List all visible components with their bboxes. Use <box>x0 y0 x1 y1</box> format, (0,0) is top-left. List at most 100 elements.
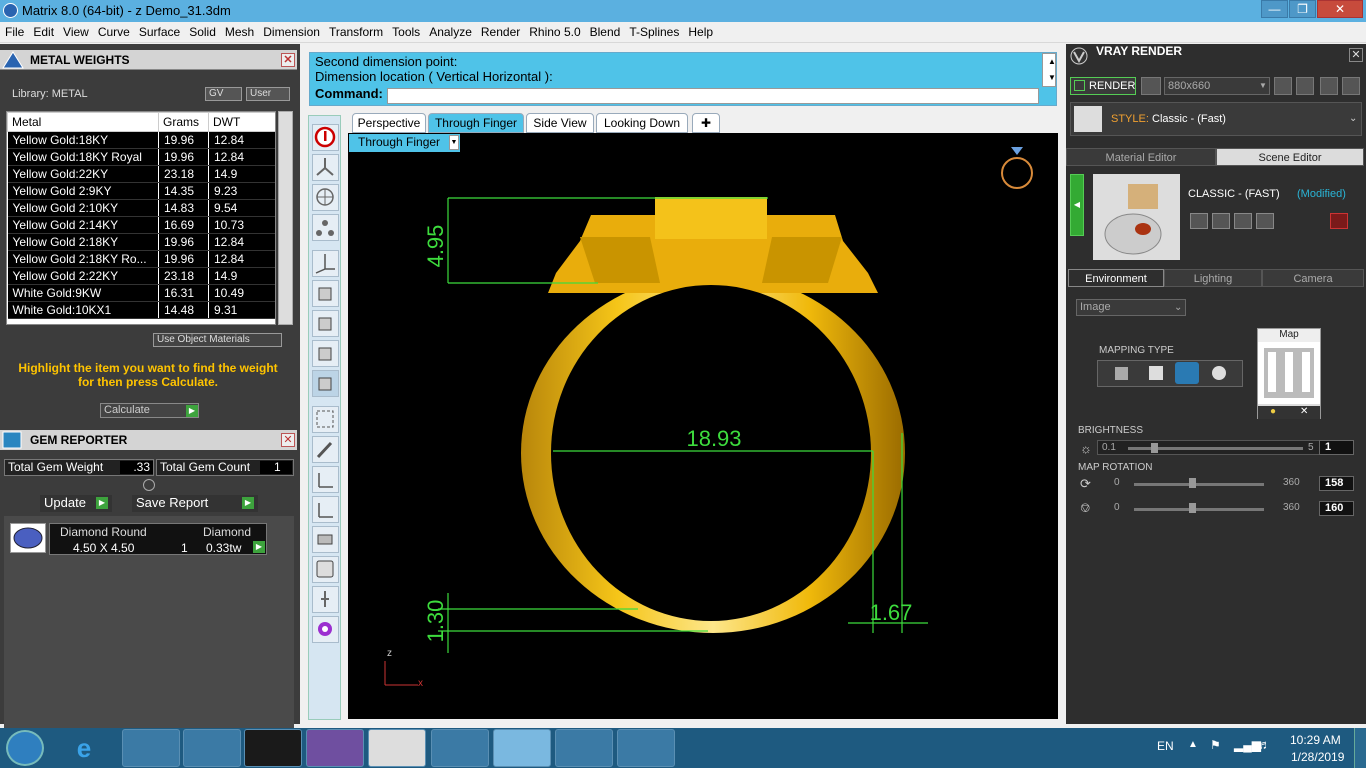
gv-toggle[interactable]: GV <box>205 87 242 101</box>
user-toggle[interactable]: User <box>246 87 290 101</box>
tab-environment[interactable]: Environment <box>1068 269 1164 287</box>
chrome-icon[interactable] <box>368 729 426 767</box>
mapping-cube-icon[interactable] <box>1149 366 1163 380</box>
col-metal[interactable]: Metal <box>7 112 159 132</box>
app-game-icon[interactable] <box>244 729 302 767</box>
tray-up-icon[interactable]: ▲ <box>1188 739 1198 750</box>
matrix-icon[interactable] <box>493 729 551 767</box>
rotation2-slider[interactable] <box>1134 508 1264 511</box>
menu-curve[interactable]: Curve <box>93 22 134 39</box>
gear-tool-button[interactable] <box>312 616 339 643</box>
rotation2-handle[interactable] <box>1189 503 1196 513</box>
brightness-handle[interactable] <box>1151 443 1158 453</box>
tab-material-editor[interactable]: Material Editor <box>1066 148 1216 166</box>
measure-tool-button[interactable] <box>312 526 339 553</box>
menu-file[interactable]: File <box>0 22 28 39</box>
ortho-r-button[interactable] <box>312 496 339 523</box>
figure-tool-button[interactable] <box>312 586 339 613</box>
menu-tsplines[interactable]: T-Splines <box>624 22 683 39</box>
render-button[interactable]: RENDER <box>1070 77 1136 95</box>
metal-row[interactable]: Yellow Gold:18KY 19.96 12.84 <box>7 131 275 149</box>
tab-camera[interactable]: Camera <box>1262 269 1364 287</box>
ie-icon[interactable]: e <box>64 733 104 763</box>
env-type-select[interactable]: Image ⌄ <box>1076 299 1186 316</box>
box-front-tool-button[interactable] <box>312 310 339 337</box>
maximize-button[interactable]: ❐ <box>1289 0 1316 18</box>
h-tool-button[interactable] <box>312 556 339 583</box>
env-map-box[interactable]: Map ● ✕ <box>1257 328 1321 419</box>
tab-looking-down[interactable]: Looking Down <box>596 113 688 133</box>
axes-tool-button[interactable] <box>312 250 339 277</box>
language-indicator[interactable]: EN <box>1157 739 1174 753</box>
show-desktop-button[interactable] <box>1354 728 1366 768</box>
metal-row[interactable]: White Gold:10KX1 14.48 9.31 <box>7 301 275 319</box>
col-dwt[interactable]: DWT <box>208 112 275 132</box>
save-report-button[interactable]: Save Report ▶ <box>132 495 258 512</box>
flag-icon[interactable]: ⚑ <box>1210 738 1221 752</box>
tab-lighting[interactable]: Lighting <box>1164 269 1262 287</box>
mapping-sphere-icon[interactable] <box>1175 362 1199 384</box>
splitter-handle-icon[interactable] <box>143 479 155 491</box>
menu-surface[interactable]: Surface <box>134 22 184 39</box>
render-view-button[interactable] <box>1141 77 1161 95</box>
arrow-tool-button[interactable] <box>312 154 339 181</box>
metal-row[interactable]: Yellow Gold 2:18KY Ro... 19.96 12.84 <box>7 250 275 268</box>
menu-help[interactable]: Help <box>683 22 717 39</box>
minimize-button[interactable]: — <box>1261 0 1288 18</box>
tab-perspective[interactable]: Perspective <box>352 113 426 133</box>
tab-through-finger[interactable]: Through Finger <box>428 113 524 133</box>
menu-view[interactable]: View <box>58 22 93 39</box>
col-grams[interactable]: Grams <box>158 112 209 132</box>
style-selector[interactable]: STYLE: Classic - (Fast) ⌄ <box>1070 102 1362 136</box>
calculate-button[interactable]: Calculate ▶ <box>100 403 199 418</box>
options-button[interactable] <box>1296 77 1314 95</box>
menu-edit[interactable]: Edit <box>28 22 58 39</box>
explorer-icon[interactable] <box>122 729 180 767</box>
menu-tools[interactable]: Tools <box>387 22 424 39</box>
update-button[interactable]: Update ▶ <box>40 495 112 512</box>
save-preset-button[interactable] <box>1190 213 1208 229</box>
gem-row[interactable]: Diamond Round Diamond 4.50 X 4.50 1 0.33… <box>49 523 267 555</box>
menu-rhino[interactable]: Rhino 5.0 <box>524 22 584 39</box>
metal-weights-close-icon[interactable]: ✕ <box>281 53 295 67</box>
list-button[interactable] <box>1320 77 1338 95</box>
menu-solid[interactable]: Solid <box>184 22 220 39</box>
metal-row[interactable]: Yellow Gold:18KY Royal 19.96 12.84 <box>7 148 275 166</box>
box-top-tool-button[interactable] <box>312 280 339 307</box>
menu-transform[interactable]: Transform <box>324 22 387 39</box>
viewport-canvas[interactable]: 4.95 18.93 1.30 1.67 z x <box>348 133 1058 719</box>
metal-row[interactable]: Yellow Gold 2:14KY 16.69 10.73 <box>7 216 275 234</box>
rotation1-value[interactable]: 158 <box>1319 476 1354 491</box>
ortho-off-button[interactable] <box>312 466 339 493</box>
media-player-icon[interactable] <box>183 729 241 767</box>
menu-dimension[interactable]: Dimension <box>258 22 324 39</box>
viber-icon[interactable] <box>306 729 364 767</box>
add-tab-button[interactable]: ✚ <box>692 113 720 133</box>
rotation1-handle[interactable] <box>1189 478 1196 488</box>
mapping-screen-icon[interactable] <box>1115 367 1128 380</box>
metal-table-scrollbar[interactable] <box>278 111 293 325</box>
rotation2-value[interactable]: 160 <box>1319 501 1354 516</box>
grid-tool-button[interactable] <box>312 406 339 433</box>
tab-side-view[interactable]: Side View <box>526 113 594 133</box>
rotation1-slider[interactable] <box>1134 483 1264 486</box>
stop-tool-button[interactable] <box>312 124 339 151</box>
menu-analyze[interactable]: Analyze <box>424 22 476 39</box>
metal-row[interactable]: Yellow Gold 2:22KY 23.18 14.9 <box>7 267 275 285</box>
command-scrollbar[interactable]: ▲ ▼ <box>1042 53 1056 87</box>
clear-map-icon[interactable]: ✕ <box>1300 406 1308 417</box>
notes-icon[interactable] <box>617 729 675 767</box>
reset-preset-button[interactable] <box>1330 213 1348 229</box>
start-button[interactable] <box>6 730 44 766</box>
clock-time[interactable]: 10:29 AM <box>1290 733 1341 747</box>
import-preset-button[interactable] <box>1234 213 1252 229</box>
paint-icon[interactable] <box>555 729 613 767</box>
menu-button[interactable] <box>1342 77 1360 95</box>
use-object-materials-button[interactable]: Use Object Materials <box>153 333 282 347</box>
brightness-value[interactable]: 1 <box>1319 440 1354 455</box>
copy-preset-button[interactable] <box>1212 213 1230 229</box>
network-icon[interactable]: ▂▄▆ <box>1234 738 1261 752</box>
tab-scene-editor[interactable]: Scene Editor <box>1216 148 1364 166</box>
gem-reporter-close-icon[interactable]: ✕ <box>281 433 295 447</box>
metal-row[interactable]: Yellow Gold 2:10KY 14.83 9.54 <box>7 199 275 217</box>
